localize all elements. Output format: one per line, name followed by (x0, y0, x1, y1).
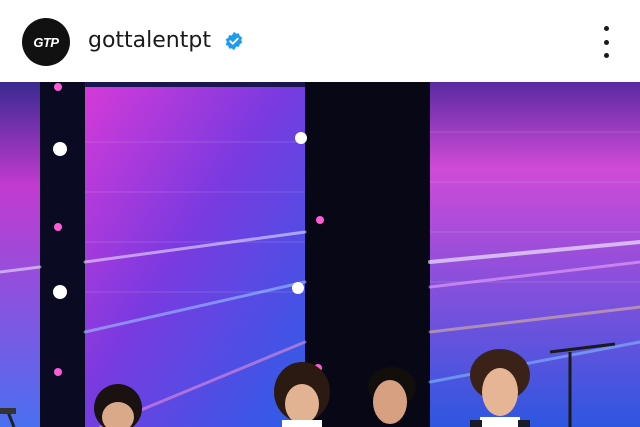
post-photo[interactable] (0, 82, 640, 427)
more-options-icon[interactable] (594, 26, 618, 58)
profile-avatar[interactable]: GTP (22, 18, 70, 66)
stage-photo (0, 82, 640, 427)
profile-username[interactable]: gottalentpt (88, 28, 211, 53)
post-header: GTP gottalentpt (0, 0, 640, 82)
verified-badge-icon (225, 31, 243, 51)
avatar-logo-text: GTP (33, 34, 59, 50)
